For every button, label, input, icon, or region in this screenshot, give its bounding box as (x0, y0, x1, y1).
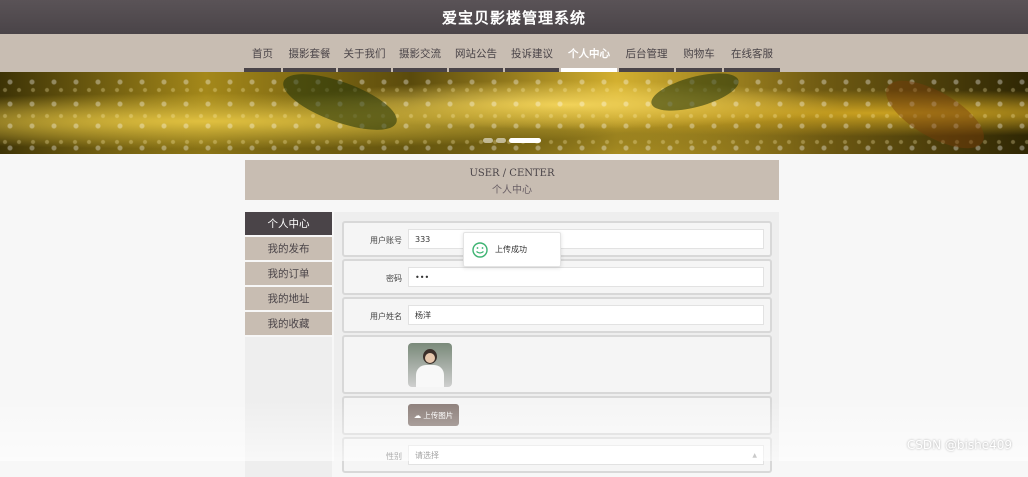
avatar-row (342, 335, 772, 394)
gender-select-value: 请选择 (415, 450, 439, 460)
carousel-dot[interactable] (483, 138, 493, 143)
account-input[interactable]: 333 (408, 229, 764, 249)
cloud-upload-icon: ☁ (413, 410, 422, 420)
gender-label: 性别 (386, 452, 402, 461)
carousel-dot-active[interactable] (509, 138, 541, 143)
side-item-my-address[interactable]: 我的地址 (245, 287, 332, 310)
name-row: 用户姓名 杨洋 (342, 297, 772, 333)
side-item-my-favorites[interactable]: 我的收藏 (245, 312, 332, 335)
success-toast: 上传成功 (463, 232, 561, 267)
gender-select[interactable]: 请选择 ▲ (408, 445, 764, 465)
side-item-my-orders[interactable]: 我的订单 (245, 262, 332, 285)
name-input[interactable]: 杨洋 (408, 305, 764, 325)
nav-item-home[interactable]: 首页 (244, 34, 281, 72)
account-label: 用户账号 (370, 236, 402, 245)
nav-item-cart[interactable]: 购物车 (676, 34, 722, 72)
carousel-dot[interactable] (496, 138, 506, 143)
toast-message: 上传成功 (495, 245, 527, 254)
nav-item-forum[interactable]: 摄影交流 (393, 34, 447, 72)
avatar-image (408, 343, 452, 387)
upload-image-button[interactable]: ☁ 上传图片 (408, 404, 459, 426)
gender-row: 性别 请选择 ▲ (342, 437, 772, 473)
name-label: 用户姓名 (370, 312, 402, 321)
upload-row: ☁ 上传图片 (342, 396, 772, 435)
section-title-cn: 个人中心 (492, 185, 532, 196)
section-title-en: USER / CENTER (469, 168, 555, 179)
nav-item-about[interactable]: 关于我们 (338, 34, 391, 72)
watermark: CSDN @bishe409 (906, 438, 1012, 452)
smile-icon (472, 241, 488, 258)
nav-item-user-center[interactable]: 个人中心 (561, 34, 617, 72)
avatar-body (416, 365, 444, 387)
nav-item-notice[interactable]: 网站公告 (449, 34, 503, 72)
app-title: 爱宝贝影楼管理系统 (441, 8, 586, 27)
main-nav: 首页 摄影套餐 关于我们 摄影交流 网站公告 投诉建议 个人中心 后台管理 购物… (0, 34, 1028, 72)
caret-up-icon: ▲ (752, 451, 757, 459)
nav-item-packages[interactable]: 摄影套餐 (283, 34, 336, 72)
section-header: USER / CENTER 个人中心 (245, 160, 779, 200)
password-input[interactable]: ••• (408, 267, 764, 287)
password-label: 密码 (386, 274, 402, 283)
nav-item-feedback[interactable]: 投诉建议 (505, 34, 559, 72)
avatar-face (425, 353, 435, 363)
title-bar: 爱宝贝影楼管理系统 (0, 0, 1028, 34)
carousel-indicators (483, 138, 541, 143)
nav-item-admin[interactable]: 后台管理 (619, 34, 674, 72)
side-menu: 个人中心 我的发布 我的订单 我的地址 我的收藏 (245, 212, 332, 477)
nav-item-support[interactable]: 在线客服 (724, 34, 780, 72)
side-item-my-posts[interactable]: 我的发布 (245, 237, 332, 260)
side-menu-fill (245, 337, 332, 477)
side-item-user-center[interactable]: 个人中心 (245, 212, 332, 235)
upload-button-label: 上传图片 (423, 410, 454, 420)
